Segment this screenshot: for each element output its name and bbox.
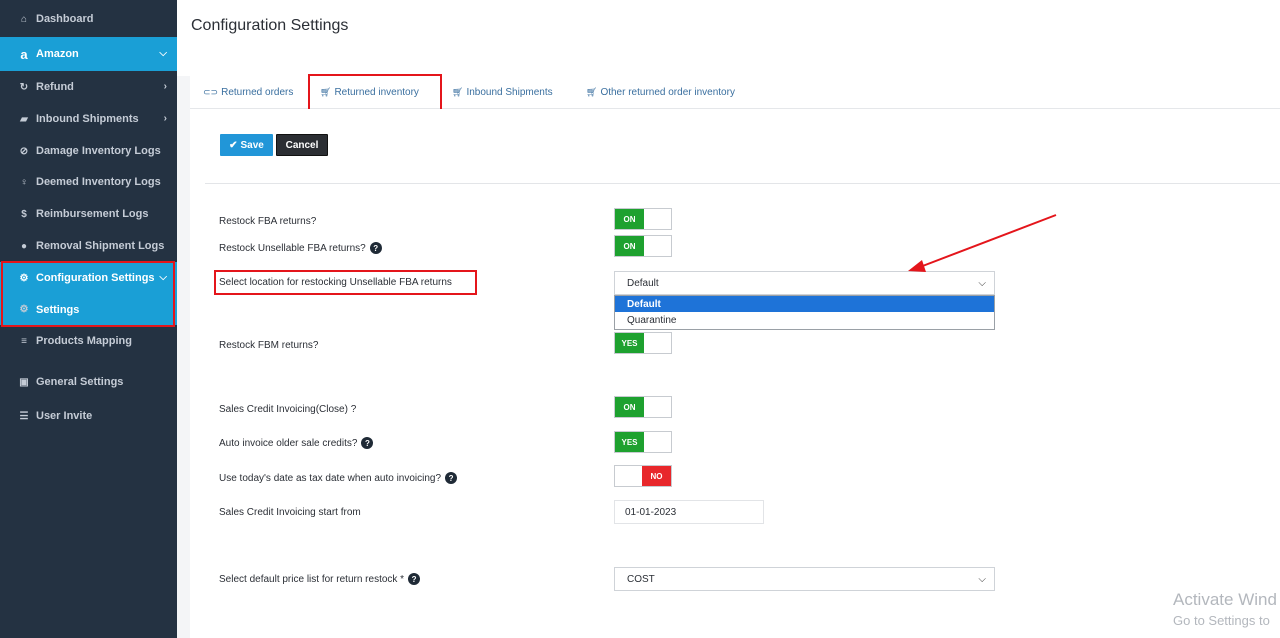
watermark-subtitle: Go to Settings to <box>1173 613 1270 628</box>
annotation-arrow <box>908 214 1057 272</box>
watermark-title: Activate Wind <box>1173 590 1277 609</box>
